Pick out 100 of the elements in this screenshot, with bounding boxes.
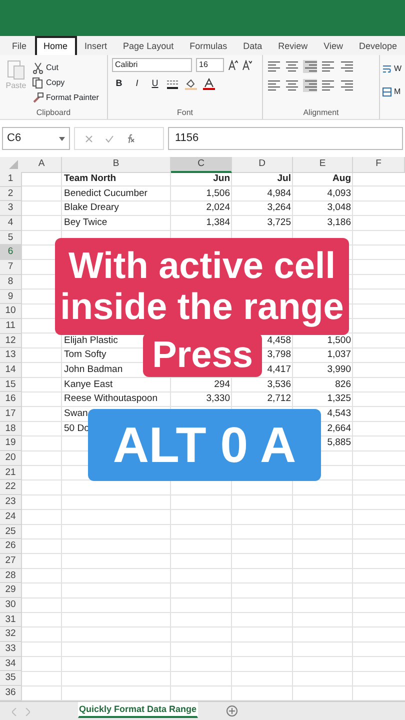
row-header[interactable]: 10 [0,304,22,319]
ribbon-command[interactable]: M [382,84,402,99]
row-header[interactable]: 22 [0,480,22,496]
sheet-tab[interactable]: Quickly Format Data Range [78,702,198,718]
row-header[interactable]: 18 [0,422,22,436]
table-cell-text: Elijah Plastic [63,334,119,348]
row-header[interactable]: 3 [0,201,22,216]
column-header[interactable]: A [22,157,62,173]
row-header[interactable]: 16 [0,392,22,408]
row-header[interactable]: 23 [0,495,22,510]
format-button[interactable]: B [112,77,126,90]
formula-field[interactable]: 1156 [168,127,403,150]
table-cell-text: Benedict Cucumber [63,186,148,201]
row-header[interactable]: 21 [0,466,22,480]
row-header[interactable]: 6 [0,245,22,260]
name-box[interactable]: C6 [2,127,70,150]
clipboard-icon [7,58,25,80]
table-cell-text: 3,330 [205,392,231,406]
top-align-icon[interactable] [267,60,281,73]
table-cell-text: Blake Dreary [63,201,120,216]
row-header[interactable]: 13 [0,348,22,363]
align-right-icon[interactable] [303,79,317,92]
row-header[interactable]: 1 [0,172,22,187]
align-left-icon[interactable] [267,79,281,92]
row-header[interactable]: 20 [0,451,22,466]
scissors-icon [32,62,44,74]
row-header[interactable]: 7 [0,260,22,275]
row-header[interactable]: 8 [0,274,22,290]
table-cell-text: 4,458 [266,334,292,348]
row-header[interactable]: 11 [0,318,22,334]
column-header[interactable]: B [62,157,171,173]
table-cell-text: Swan [63,407,89,421]
row-header[interactable]: 33 [0,642,22,657]
ribbon-tab[interactable]: Home [34,36,77,55]
row-header[interactable]: 34 [0,656,22,672]
check-icon[interactable] [105,134,114,142]
row-header[interactable]: 2 [0,186,22,202]
row-header[interactable]: 5 [0,230,22,246]
column-header[interactable]: F [353,157,405,173]
format-button[interactable]: U [148,77,162,90]
cell-reference: C6 [7,131,22,146]
row-header[interactable]: 15 [0,378,22,392]
table-cell-text: John Badman [63,362,124,377]
row-header[interactable]: 27 [0,554,22,569]
dropdown-icon[interactable] [59,136,65,140]
ribbon-tab[interactable]: Insert [76,36,116,55]
table-cell-text: 1,384 [205,216,231,230]
format-button[interactable]: I [130,77,144,90]
table-cell-text: 294 [213,378,231,392]
table-cell-text: 3,536 [266,378,292,392]
row-header[interactable]: 36 [0,686,22,701]
column-header[interactable]: E [293,157,353,173]
row-header[interactable]: 14 [0,362,22,378]
add-sheet-icon[interactable] [226,704,238,717]
row-header[interactable]: 30 [0,598,22,613]
ribbon-tab[interactable]: Page Layout [115,36,182,55]
row-header[interactable]: 26 [0,539,22,554]
row-header[interactable]: 29 [0,583,22,598]
column-header[interactable]: D [232,157,293,173]
row-header[interactable]: 35 [0,671,22,686]
ribbon-command[interactable]: Copy [32,75,99,90]
row-header[interactable]: 17 [0,407,22,422]
column-header[interactable]: C [171,157,232,173]
font-color-icon[interactable] [202,78,216,90]
row-header[interactable]: 28 [0,568,22,584]
row-header[interactable]: 9 [0,290,22,304]
table-cell-text: 826 [334,378,352,392]
ribbon-command[interactable]: W [382,61,402,76]
ribbon-tab[interactable]: View [316,36,351,55]
row-header[interactable]: 4 [0,216,22,231]
bottom-align-icon[interactable] [303,60,317,73]
merge-icon [382,86,392,96]
table-cell-text: 3,264 [266,201,292,216]
align-center-icon[interactable] [285,79,299,92]
ribbon-tab[interactable]: File [4,36,35,55]
font-size-dropdown[interactable]: 16 [196,58,224,72]
row-header[interactable]: 31 [0,612,22,628]
ribbon-tab[interactable]: Review [270,36,316,55]
grow-font-icon[interactable] [228,60,238,70]
function-icon[interactable] [126,134,135,143]
middle-align-icon[interactable] [285,60,299,73]
ribbon-tab[interactable]: Formulas [182,36,236,55]
ribbon-command[interactable]: Format Painter [32,90,99,105]
row-header[interactable]: 25 [0,524,22,540]
ribbon-tab[interactable]: Data [235,36,270,55]
border-icon[interactable] [166,78,180,89]
row-header[interactable]: 24 [0,510,22,525]
caption-text: Press [151,334,254,376]
font-name-dropdown[interactable]: Calibri [112,58,192,72]
ribbon-command[interactable]: Cut [32,60,99,75]
fill-color-icon[interactable] [184,78,198,90]
ribbon-tab[interactable]: Develope [351,36,405,55]
column-heading: Aug [332,172,352,186]
row-header[interactable]: 19 [0,436,22,452]
shrink-font-icon[interactable] [242,60,252,70]
group-label: Alignment [302,107,340,119]
row-header[interactable]: 32 [0,627,22,642]
table-cell-text: 2,024 [205,201,231,216]
row-header[interactable]: 12 [0,334,22,348]
table-cell-text: Bey Twice [63,216,108,230]
